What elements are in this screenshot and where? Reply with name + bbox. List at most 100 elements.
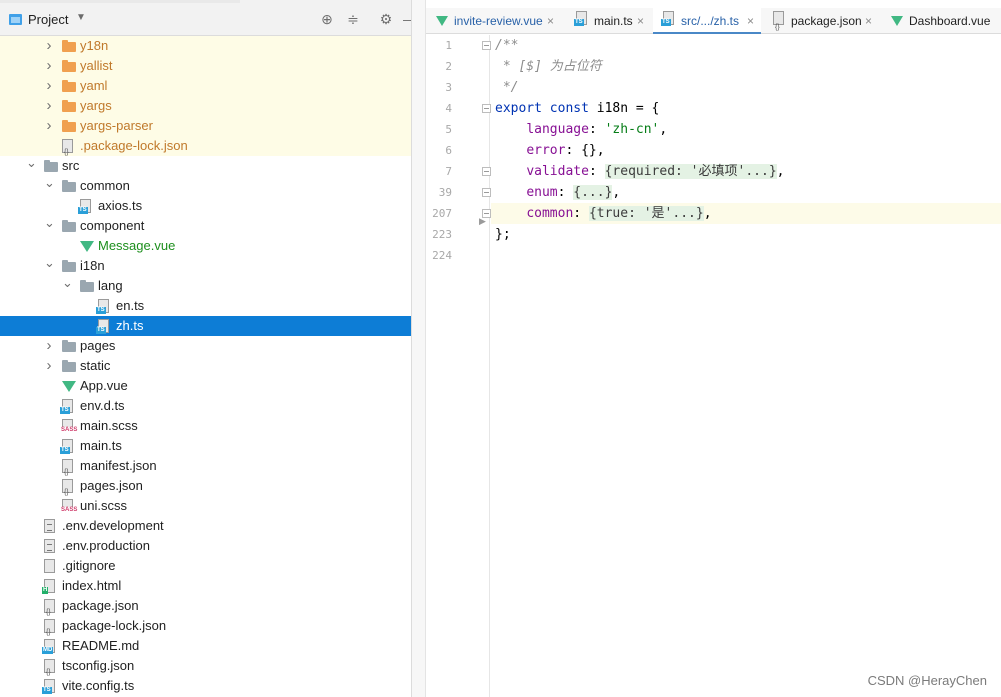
tab-label: invite-review.vue (454, 14, 543, 28)
code-token: validate (526, 164, 589, 179)
tree-row[interactable]: TS main.ts (0, 436, 411, 456)
folder-icon (62, 360, 76, 372)
close-icon[interactable]: × (637, 8, 644, 34)
chevron-right-icon[interactable]: › (44, 356, 54, 376)
tree-row[interactable]: TS axios.ts (0, 196, 411, 216)
chevron-down-icon[interactable]: ⌄ (44, 173, 55, 193)
code-editor[interactable]: /** * [$] 为占位符 */ export const i18n = { l… (491, 35, 1001, 697)
txt-file-icon (44, 539, 55, 553)
editor-tab[interactable]: package.json× (763, 8, 879, 41)
tree-row[interactable]: tsconfig.json (0, 656, 411, 683)
tree-row[interactable]: SASS main.scss (0, 416, 411, 436)
tree-row[interactable]: .env.production (0, 536, 411, 556)
code-line: /** (491, 35, 1001, 56)
fold-toggle-icon[interactable] (482, 167, 491, 176)
tree-row[interactable]: › yaml (0, 76, 411, 96)
folder-icon (62, 120, 76, 132)
chevron-right-icon[interactable]: › (44, 96, 54, 116)
chevron-right-icon[interactable]: › (44, 76, 54, 96)
tree-row[interactable]: ⌄ lang (0, 273, 411, 296)
chevron-right-icon[interactable]: › (44, 336, 54, 356)
tree-row[interactable]: › yargs (0, 96, 411, 116)
line-number: 6 (445, 144, 452, 157)
tree-row[interactable]: manifest.json (0, 456, 411, 483)
tree-row[interactable]: TS zh.ts (0, 316, 411, 336)
code-token: export const (495, 101, 597, 116)
tree-row[interactable]: .package-lock.json (0, 136, 411, 163)
code-line: common: {true: '是'...}, (491, 203, 1001, 224)
code-token: language (526, 122, 589, 137)
tree-item-label: main.ts (80, 438, 122, 453)
editor-tab[interactable]: TS src/.../zh.ts × (653, 8, 761, 34)
tree-row[interactable]: ⌄ common (0, 173, 411, 196)
folder-icon (62, 340, 76, 352)
tree-row[interactable]: MD README.md (0, 636, 411, 656)
git-file-icon (44, 559, 55, 573)
tree-item-label: static (80, 358, 111, 373)
tree-row[interactable]: Message.vue (0, 236, 411, 256)
file-type-tag: SASS (60, 507, 79, 514)
tree-row[interactable]: App.vue (0, 376, 411, 396)
folder-icon (62, 220, 76, 232)
fold-toggle-icon[interactable] (482, 41, 491, 50)
json-file-icon (62, 459, 73, 483)
editor-tab[interactable]: Dashboard.vue (881, 8, 1001, 34)
line-number: 2 (445, 60, 452, 73)
vue-file-icon (62, 381, 76, 392)
chevron-down-icon[interactable]: ⌄ (26, 153, 37, 173)
tree-item-label: Message.vue (98, 238, 176, 253)
panel-divider[interactable] (411, 0, 426, 697)
tree-row[interactable]: ⌄ src (0, 153, 411, 176)
tree-row[interactable]: package-lock.json (0, 616, 411, 643)
close-icon[interactable]: × (547, 8, 554, 34)
json-file-icon (773, 11, 784, 41)
file-type-tag: SASS (60, 427, 79, 434)
tree-row[interactable]: › pages (0, 336, 411, 356)
chevron-down-icon[interactable]: ⌄ (44, 253, 55, 273)
code-line: }; (491, 224, 1001, 245)
tree-row[interactable]: package.json (0, 596, 411, 623)
tree-row[interactable]: ⌄ component (0, 213, 411, 236)
project-title[interactable]: Project (28, 12, 68, 27)
vue-file-icon (80, 241, 94, 252)
tree-row[interactable]: › static (0, 356, 411, 376)
tree-row[interactable]: SASS uni.scss (0, 496, 411, 516)
tree-row[interactable]: TS vite.config.ts (0, 676, 411, 696)
tree-row[interactable]: Hindex.html (0, 576, 411, 596)
tree-row[interactable]: › yallist (0, 56, 411, 76)
code-line: validate: {required: '必填项'...}, (491, 161, 1001, 182)
tree-item-label: App.vue (80, 378, 128, 393)
editor-tab[interactable]: TS main.ts × (566, 8, 651, 34)
close-icon[interactable]: × (747, 8, 754, 34)
tree-row[interactable]: TS en.ts (0, 296, 411, 316)
tree-item-label: .gitignore (62, 558, 116, 573)
tree-row[interactable]: pages.json (0, 476, 411, 503)
sass-file-icon: SASS (60, 499, 79, 514)
chevron-down-icon[interactable]: ⌄ (62, 273, 73, 293)
line-number: 5 (445, 123, 452, 136)
minimize-icon[interactable]: — (403, 11, 411, 27)
fold-arrow-icon[interactable]: ▶ (479, 216, 486, 227)
chevron-right-icon[interactable]: › (44, 36, 54, 56)
tree-item-label: .package-lock.json (80, 138, 188, 153)
tree-item-label: .env.development (62, 518, 164, 533)
locate-icon[interactable]: ⊕ (319, 11, 335, 27)
gear-icon[interactable]: ⚙ (378, 11, 394, 27)
fold-toggle-icon[interactable] (482, 188, 491, 197)
file-type-tag: MD (42, 647, 54, 654)
collapse-all-icon[interactable]: ≑ (345, 11, 361, 27)
tree-row[interactable]: .gitignore (0, 556, 411, 576)
fold-toggle-icon[interactable] (482, 104, 491, 113)
chevron-right-icon[interactable]: › (44, 56, 54, 76)
tree-row[interactable]: .env.development (0, 516, 411, 536)
chevron-right-icon[interactable]: › (44, 116, 54, 136)
editor-tab[interactable]: invite-review.vue × (426, 8, 561, 34)
chevron-down-icon[interactable]: ⌄ (44, 213, 55, 233)
close-icon[interactable]: × (865, 8, 872, 34)
tree-row[interactable]: › yargs-parser (0, 116, 411, 136)
tree-row[interactable]: › y18n (0, 36, 411, 56)
code-line: export const i18n = { (491, 98, 1001, 119)
tree-item-label: axios.ts (98, 198, 143, 213)
tree-row[interactable]: TS env.d.ts (0, 396, 411, 416)
chevron-down-icon[interactable]: ▼ (76, 12, 86, 23)
